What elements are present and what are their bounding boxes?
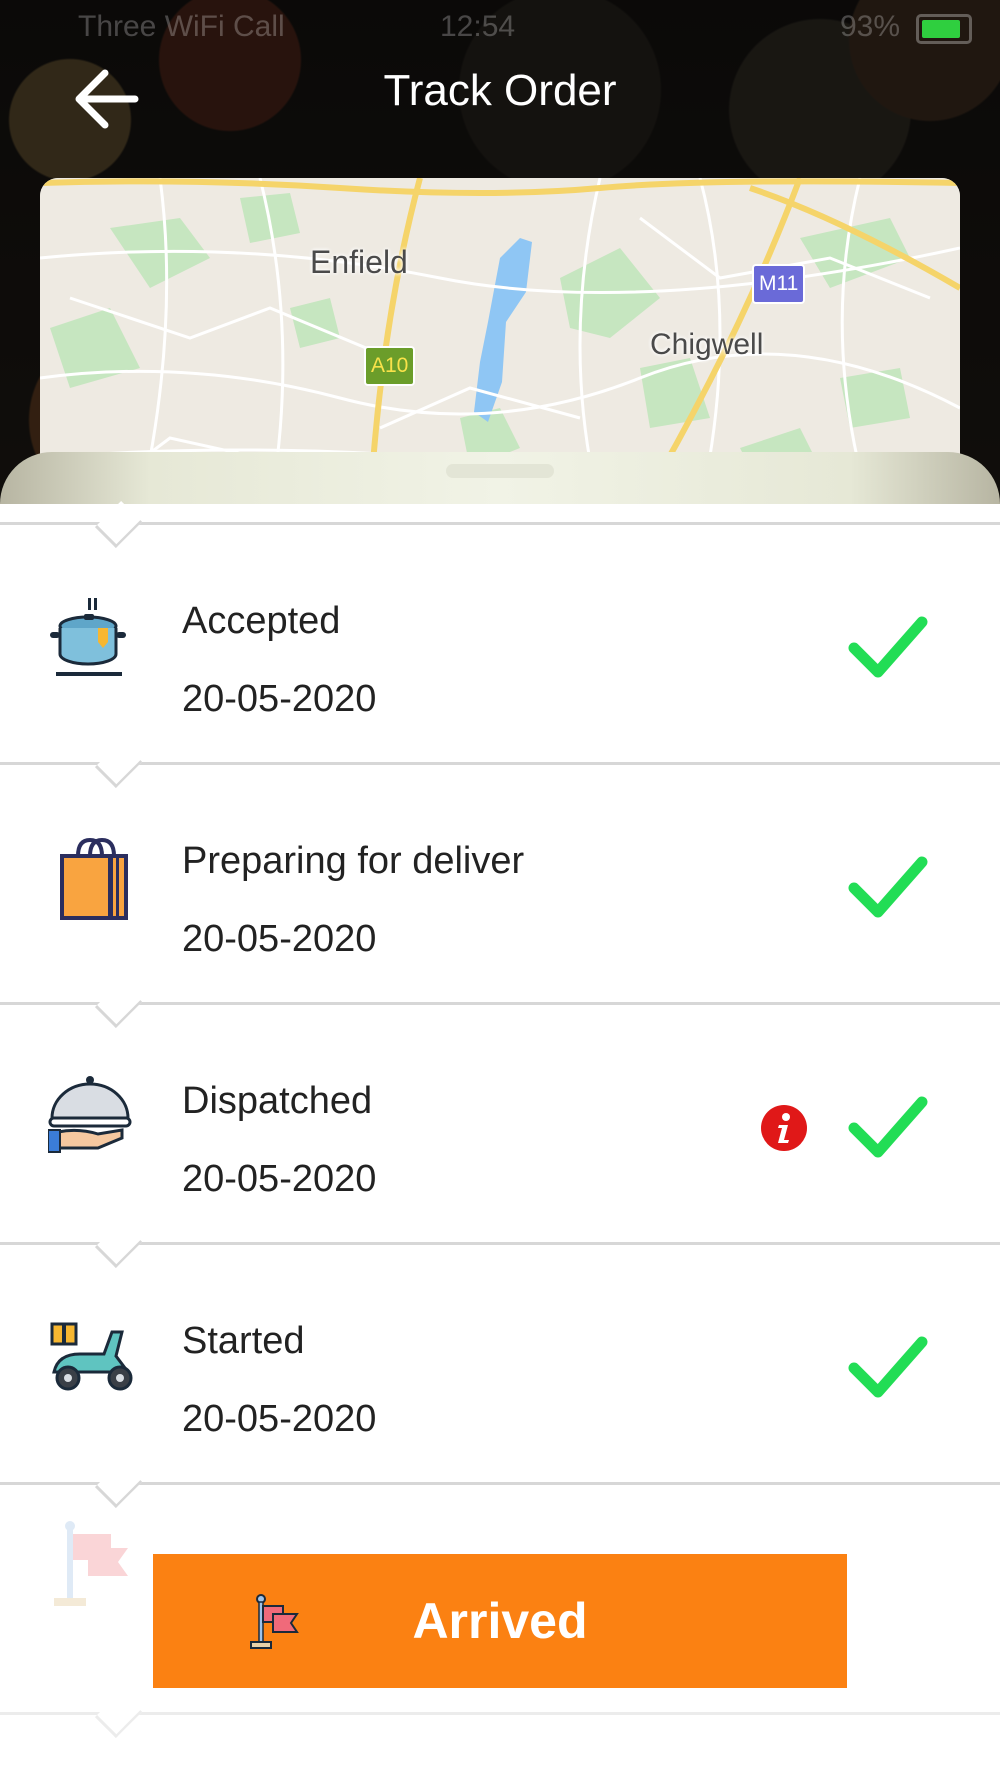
checkmark-icon xyxy=(848,856,928,918)
status-step-dispatched: Dispatched 20-05-2020 xyxy=(0,980,1000,1224)
delivery-scooter-icon xyxy=(50,1322,133,1391)
battery-icon xyxy=(916,14,972,44)
step-divider xyxy=(0,762,1000,765)
timeline-notch xyxy=(94,980,143,1029)
road-shield-a10: A10 xyxy=(364,346,416,386)
timeline-notch xyxy=(94,1220,143,1269)
status-step-accepted: Accepted 20-05-2020 xyxy=(0,500,1000,744)
map-label-enfield: Enfield xyxy=(310,244,408,280)
shopping-bag-icon xyxy=(60,837,128,920)
carrier-name: Three WiFi Call xyxy=(78,10,285,43)
checkmark-icon xyxy=(848,1096,928,1158)
checkmark-icon xyxy=(848,1336,928,1398)
step-divider xyxy=(0,522,1000,525)
timeline-notch xyxy=(94,740,143,789)
step-divider xyxy=(0,1242,1000,1245)
map-label-chigwell: Chigwell xyxy=(650,328,764,361)
battery-percent: 93% xyxy=(839,10,900,43)
order-status-list: Accepted 20-05-2020 Preparing for delive… xyxy=(0,500,1000,1739)
checkmark-icon xyxy=(848,616,928,678)
step-date: 20-05-2020 xyxy=(182,1398,377,1440)
sheet-grabber[interactable] xyxy=(446,464,554,478)
status-step-preparing: Preparing for deliver 20-05-2020 xyxy=(0,740,1000,984)
flag-icon xyxy=(54,1521,128,1606)
arrived-button[interactable]: Arrived xyxy=(153,1554,847,1688)
clock: 12:54 xyxy=(440,10,516,43)
step-date: 20-05-2020 xyxy=(182,678,377,720)
status-bar: Three WiFi Call 12:54 93% xyxy=(0,0,1000,54)
step-label: Started xyxy=(182,1320,305,1362)
info-icon[interactable] xyxy=(760,1104,808,1152)
step-divider xyxy=(0,1712,1000,1715)
page-title: Track Order xyxy=(383,66,617,115)
step-label: Preparing for deliver xyxy=(182,840,525,882)
step-date: 20-05-2020 xyxy=(182,918,377,960)
flag-icon xyxy=(250,1594,299,1649)
timeline-notch xyxy=(94,500,143,549)
top-bar: Track Order xyxy=(0,54,1000,174)
arrived-label: Arrived xyxy=(412,1593,588,1649)
step-label: Dispatched xyxy=(182,1080,373,1122)
step-date: 20-05-2020 xyxy=(182,1158,377,1200)
timeline-notch xyxy=(94,1690,143,1739)
step-divider xyxy=(0,1002,1000,1005)
step-label: Accepted xyxy=(182,600,341,642)
status-step-started: Started 20-05-2020 xyxy=(0,1220,1000,1464)
timeline-notch xyxy=(94,1460,143,1509)
cooking-pot-icon xyxy=(50,598,126,676)
step-divider xyxy=(0,1482,1000,1485)
road-shield-m11: M11 xyxy=(752,264,806,304)
status-step-arrived: Arrived xyxy=(0,1460,1000,1739)
sheet-handle-area[interactable] xyxy=(0,452,1000,504)
serving-cloche-icon xyxy=(48,1076,132,1153)
